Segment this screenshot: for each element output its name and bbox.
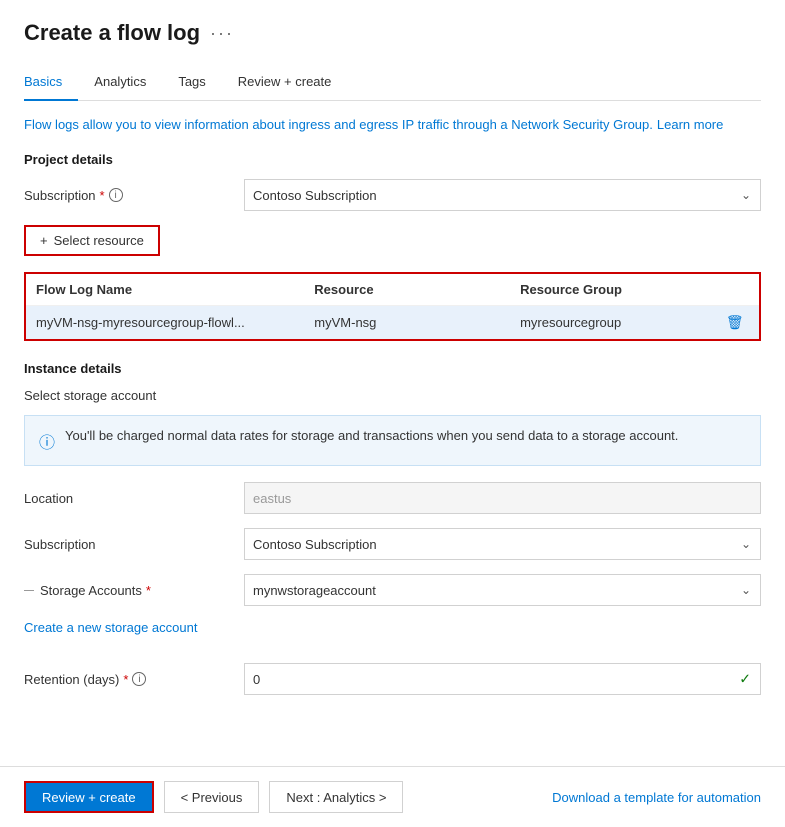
location-label: Location bbox=[24, 491, 244, 506]
subscription-select-wrapper: Contoso Subscription ⌄ bbox=[244, 179, 761, 211]
cell-resource: myVM-nsg bbox=[304, 306, 510, 341]
retention-info-icon[interactable]: i bbox=[132, 672, 146, 686]
instance-subscription-select[interactable]: Contoso Subscription bbox=[244, 528, 761, 560]
subscription-label: Subscription * i bbox=[24, 188, 244, 203]
footer: Review + create < Previous Next : Analyt… bbox=[0, 766, 785, 827]
retention-required: * bbox=[123, 672, 128, 687]
subscription-required: * bbox=[100, 188, 105, 203]
instance-subscription-select-wrapper: Contoso Subscription ⌄ bbox=[244, 528, 761, 560]
info-notice: ⓘ You'll be charged normal data rates fo… bbox=[24, 415, 761, 466]
review-create-button[interactable]: Review + create bbox=[24, 781, 154, 813]
col-header-action bbox=[716, 273, 760, 306]
table-row: myVM-nsg-myresourcegroup-flowl... myVM-n… bbox=[25, 306, 760, 341]
page-title-ellipsis: ··· bbox=[210, 23, 234, 44]
select-resource-plus-icon: + bbox=[40, 233, 48, 248]
retention-input-wrapper: ✓ bbox=[244, 663, 761, 695]
cell-resourcegroup: myresourcegroup bbox=[510, 306, 716, 341]
page-title: Create a flow log bbox=[24, 20, 200, 46]
col-header-flowname: Flow Log Name bbox=[25, 273, 304, 306]
select-resource-button[interactable]: + Select resource bbox=[24, 225, 160, 256]
cell-flowname: myVM-nsg-myresourcegroup-flowl... bbox=[25, 306, 304, 341]
location-input: eastus bbox=[244, 482, 761, 514]
create-storage-link-container: Create a new storage account bbox=[24, 620, 761, 649]
tab-tags[interactable]: Tags bbox=[178, 66, 221, 101]
instance-details-title: Instance details bbox=[24, 361, 761, 376]
tabs-container: Basics Analytics Tags Review + create bbox=[24, 66, 761, 101]
subscription-select[interactable]: Contoso Subscription bbox=[244, 179, 761, 211]
instance-subscription-control: Contoso Subscription ⌄ bbox=[244, 528, 761, 560]
retention-control: ✓ bbox=[244, 663, 761, 695]
subscription-info-icon[interactable]: i bbox=[109, 188, 123, 202]
subscription-control: Contoso Subscription ⌄ bbox=[244, 179, 761, 211]
learn-more-link[interactable]: Learn more bbox=[657, 117, 723, 132]
download-template-link[interactable]: Download a template for automation bbox=[552, 790, 761, 805]
info-bar-text: Flow logs allow you to view information … bbox=[24, 117, 653, 132]
cell-delete: 🗑 bbox=[716, 306, 760, 341]
retention-row: Retention (days) * i ✓ bbox=[24, 663, 761, 695]
create-storage-account-link[interactable]: Create a new storage account bbox=[24, 620, 197, 635]
retention-valid-icon: ✓ bbox=[739, 671, 751, 688]
tab-analytics[interactable]: Analytics bbox=[94, 66, 162, 101]
storage-accounts-control: mynwstorageaccount ⌄ bbox=[244, 574, 761, 606]
storage-accounts-label: Storage Accounts * bbox=[24, 583, 244, 598]
tab-basics[interactable]: Basics bbox=[24, 66, 78, 101]
location-control: eastus bbox=[244, 482, 761, 514]
info-bar: Flow logs allow you to view information … bbox=[24, 117, 761, 132]
storage-accounts-row: Storage Accounts * mynwstorageaccount ⌄ bbox=[24, 574, 761, 606]
col-header-resourcegroup: Resource Group bbox=[510, 273, 716, 306]
storage-accounts-select[interactable]: mynwstorageaccount bbox=[244, 574, 761, 606]
select-storage-label: Select storage account bbox=[24, 388, 761, 403]
resource-table: Flow Log Name Resource Resource Group my… bbox=[24, 272, 761, 341]
retention-label: Retention (days) * i bbox=[24, 672, 244, 687]
info-notice-text: You'll be charged normal data rates for … bbox=[65, 428, 678, 443]
storage-accounts-select-wrapper: mynwstorageaccount ⌄ bbox=[244, 574, 761, 606]
retention-input[interactable] bbox=[244, 663, 761, 695]
select-resource-label: Select resource bbox=[54, 233, 144, 248]
instance-subscription-row: Subscription Contoso Subscription ⌄ bbox=[24, 528, 761, 560]
project-details-title: Project details bbox=[24, 152, 761, 167]
previous-button[interactable]: < Previous bbox=[164, 781, 260, 813]
next-analytics-button[interactable]: Next : Analytics > bbox=[269, 781, 403, 813]
info-notice-icon: ⓘ bbox=[39, 429, 55, 453]
storage-accounts-required: * bbox=[146, 583, 151, 598]
subscription-row: Subscription * i Contoso Subscription ⌄ bbox=[24, 179, 761, 211]
delete-row-icon[interactable]: 🗑 bbox=[726, 314, 744, 330]
col-header-resource: Resource bbox=[304, 273, 510, 306]
location-row: Location eastus bbox=[24, 482, 761, 514]
instance-subscription-label: Subscription bbox=[24, 537, 244, 552]
tab-review-create[interactable]: Review + create bbox=[238, 66, 348, 101]
